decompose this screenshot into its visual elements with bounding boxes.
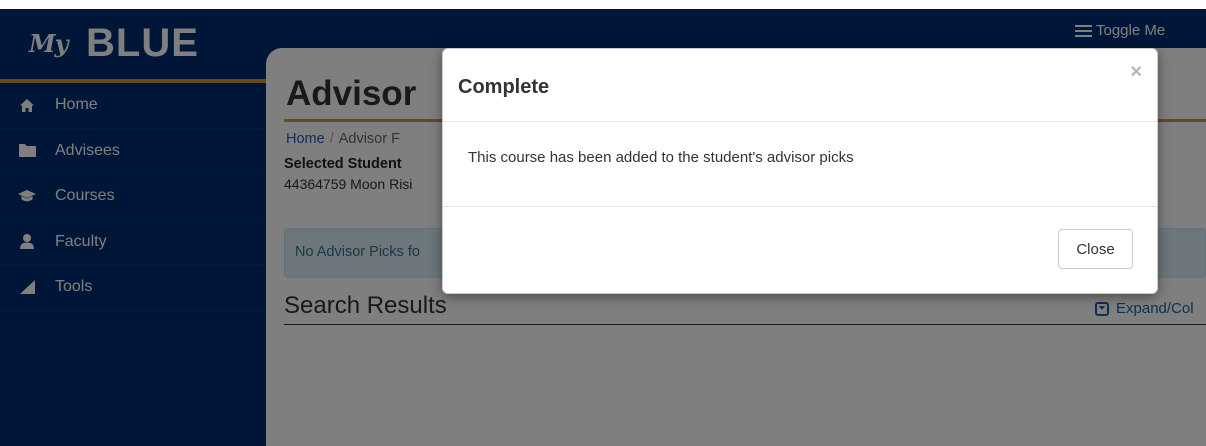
modal-message: This course has been added to the studen… xyxy=(468,149,854,166)
app-window: Toggle Me Advisor Home/Advisor F Selecte… xyxy=(0,9,1206,446)
complete-modal: Complete × This course has been added to… xyxy=(442,48,1158,294)
modal-header: Complete × xyxy=(443,49,1157,122)
modal-title: Complete xyxy=(458,76,550,98)
close-button[interactable]: Close xyxy=(1058,229,1133,269)
modal-body: This course has been added to the studen… xyxy=(443,122,1157,207)
modal-footer: Close xyxy=(443,207,1157,295)
modal-close-icon[interactable]: × xyxy=(1130,61,1142,84)
